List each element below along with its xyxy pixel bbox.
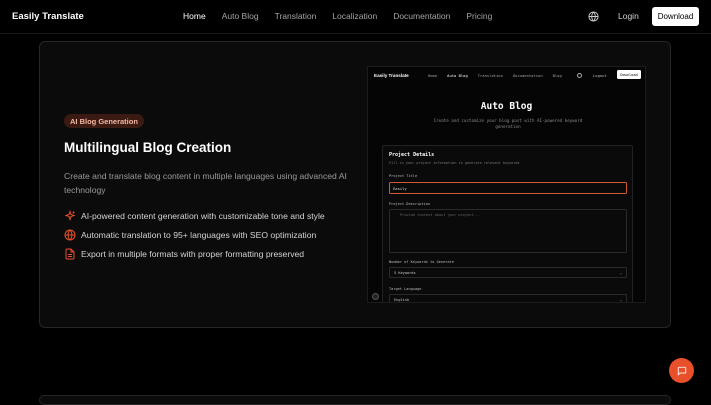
feature-item: Automatic translation to 95+ languages w… <box>64 225 325 244</box>
preview-label: Target Language <box>389 287 422 291</box>
preview-nav-links: Home Auto Blog Translation Documentation… <box>428 73 572 78</box>
preview-navbar: Easily Translate Home Auto Blog Translat… <box>368 67 645 83</box>
next-section-card <box>39 395 671 405</box>
preview-form-title: Project Details <box>389 152 435 158</box>
chevron-down-icon: ⌄ <box>619 297 622 302</box>
preview-label: Project Description <box>389 202 431 206</box>
document-icon <box>65 248 75 259</box>
nav-link-auto-blog[interactable]: Auto Blog <box>222 11 259 21</box>
nav-links: Home Auto Blog Translation Localization … <box>183 11 508 21</box>
nav-link-translation[interactable]: Translation <box>275 11 317 21</box>
preview-heading: Auto Blog <box>480 101 533 112</box>
preview-description-textarea: Provide context about your project... <box>389 209 627 253</box>
sparkle-icon <box>64 209 76 221</box>
preview-brand: Easily Translate <box>374 73 409 78</box>
chat-icon <box>677 366 686 376</box>
globe-icon[interactable] <box>588 11 599 22</box>
preview-download-button: Download <box>617 70 641 79</box>
preview-label: Number of Keywords to Generate <box>389 260 454 264</box>
chat-button[interactable] <box>669 358 694 383</box>
brand-logo-text[interactable]: Easily Translate <box>12 11 84 22</box>
nav-link-documentation[interactable]: Documentation <box>393 11 450 21</box>
feature-description: Create and translate blog content in mul… <box>64 171 347 195</box>
app-preview-screenshot: Easily Translate Home Auto Blog Translat… <box>367 66 646 303</box>
login-link[interactable]: Login <box>618 11 639 21</box>
preview-nav-link: Home <box>428 73 438 78</box>
download-button[interactable]: Download <box>652 7 699 26</box>
nav-link-localization[interactable]: Localization <box>332 11 377 21</box>
preview-select-value: English <box>394 297 410 302</box>
chevron-down-icon: ⌄ <box>619 270 622 275</box>
feature-list: AI-powered content generation with custo… <box>64 206 325 263</box>
preview-nav-link: Auto Blog <box>447 73 468 78</box>
feature-text: Export in multiple formats with proper f… <box>81 248 305 259</box>
preview-label: Project Title <box>389 174 418 178</box>
globe-icon <box>64 229 76 240</box>
feature-title: Multilingual Blog Creation <box>64 140 232 155</box>
preview-select-value: 5 Keywords <box>394 270 416 275</box>
preview-language-select: English ⌄ <box>389 294 627 302</box>
preview-nav-link: Translation <box>477 73 503 78</box>
preview-nav-link: Blog <box>552 73 562 78</box>
preview-project-title-input: Easily <box>389 182 627 194</box>
feature-text: AI-powered content generation with custo… <box>81 210 325 221</box>
nav-link-pricing[interactable]: Pricing <box>466 11 492 21</box>
preview-logout: Logout <box>593 73 607 78</box>
feature-badge: AI Blog Generation <box>64 114 144 128</box>
preview-subheading: Create and customize your blog post with… <box>433 118 583 129</box>
feature-item: AI-powered content generation with custo… <box>64 206 325 225</box>
preview-nav-link: Documentation <box>512 73 543 78</box>
preview-project-form: Project Details Fill in your project inf… <box>382 145 633 302</box>
top-navbar: Easily Translate Home Auto Blog Translat… <box>0 0 711 34</box>
preview-small-icon <box>372 293 379 300</box>
feature-item: Export in multiple formats with proper f… <box>64 244 325 263</box>
preview-form-subtitle: Fill in your project information to gene… <box>389 161 520 165</box>
preview-globe-icon <box>577 73 582 78</box>
feature-text: Automatic translation to 95+ languages w… <box>81 229 317 240</box>
nav-link-home[interactable]: Home <box>183 11 206 21</box>
preview-keywords-select: 5 Keywords ⌄ <box>389 267 627 278</box>
